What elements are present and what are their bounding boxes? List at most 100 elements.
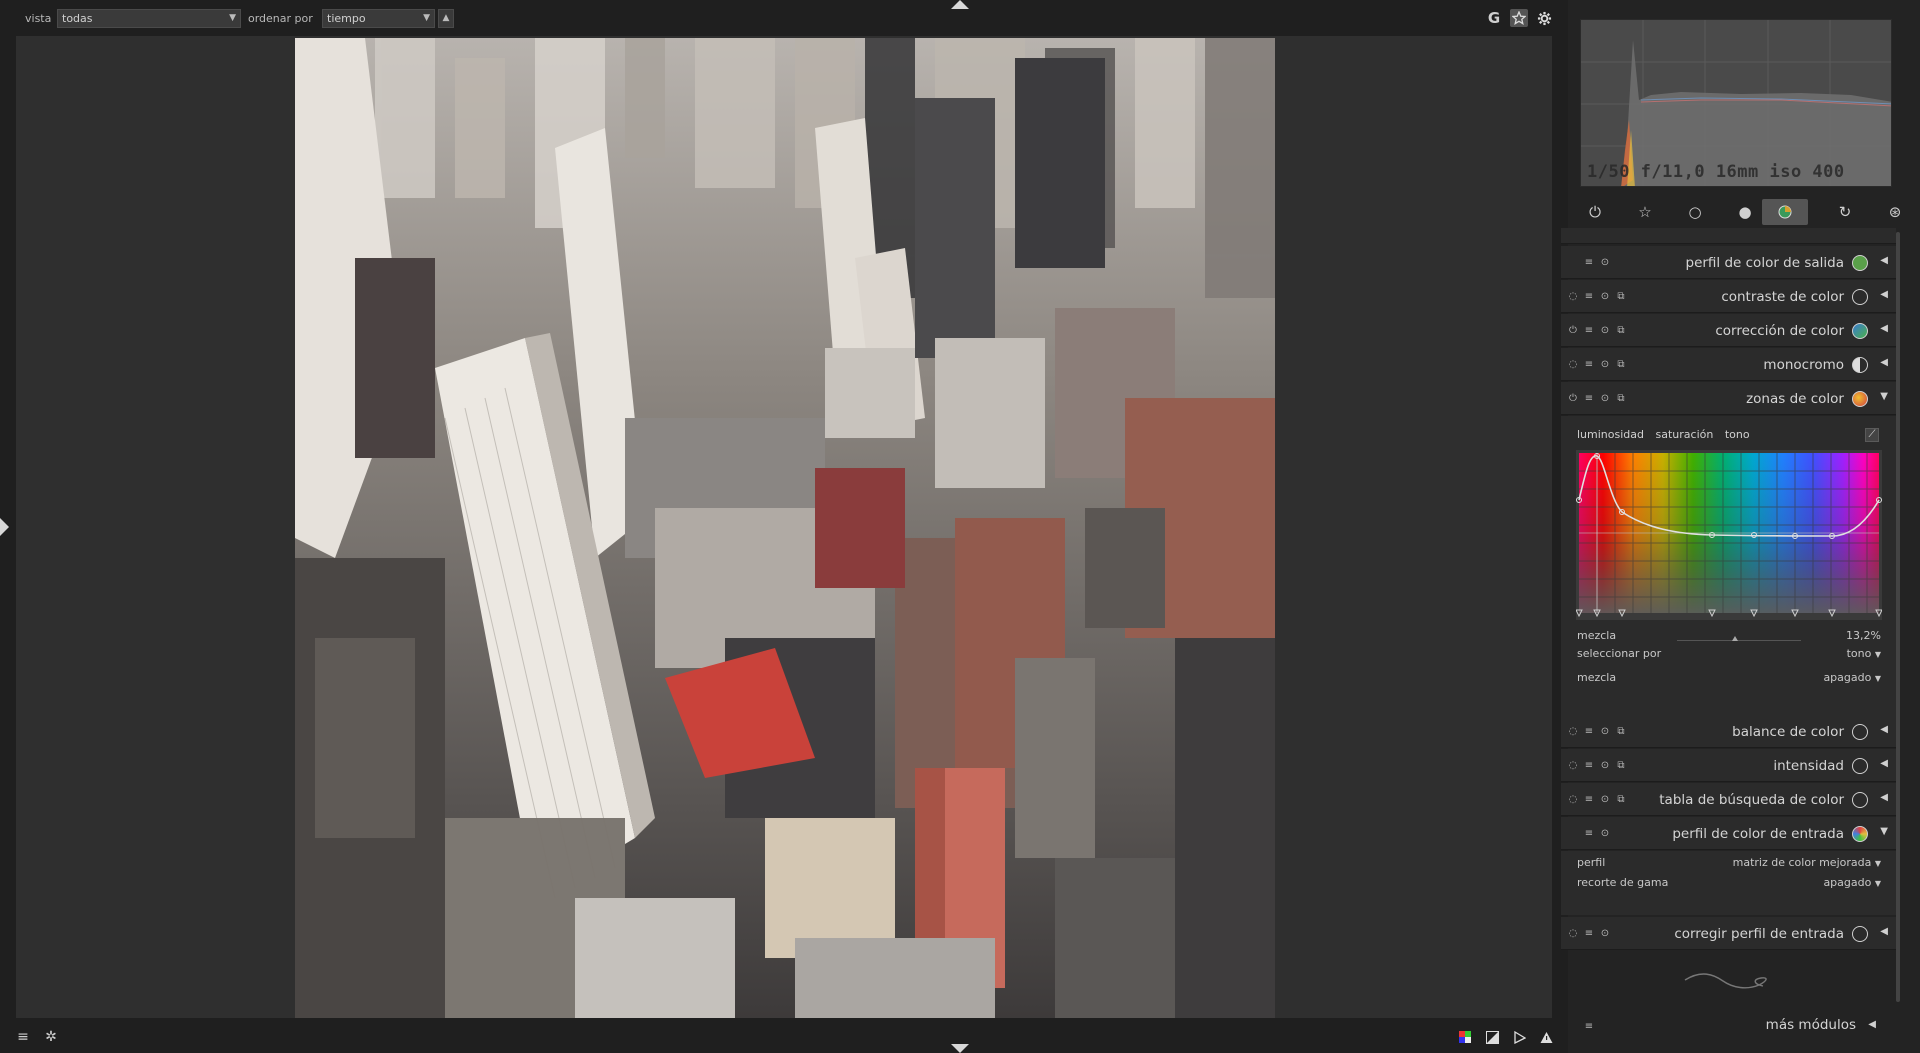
module-name: perfil de color de entrada <box>1672 826 1844 842</box>
histogram[interactable]: 1/50 f/11,0 16mm iso 400 <box>1580 19 1892 187</box>
presets-icon[interactable]: ≡ <box>1583 827 1595 840</box>
presets-icon[interactable]: ≡ <box>1583 290 1595 303</box>
multi-instance-icon[interactable]: ⧉ <box>1615 324 1627 337</box>
presets-icon[interactable]: ≡ <box>1583 725 1595 738</box>
blend-combobox[interactable]: mezcla apagado ▼ <box>1577 671 1881 687</box>
presets-icon[interactable]: ≡ <box>1583 1020 1595 1033</box>
module-input-color-profile[interactable]: ≡ ⊙ perfil de color de entrada ▼ <box>1561 817 1896 850</box>
menu-icon[interactable]: ≡ <box>14 1028 32 1046</box>
color-icon[interactable] <box>1762 199 1808 225</box>
tab-lightness[interactable]: luminosidad <box>1577 428 1644 441</box>
module-unbreak-input-profile[interactable]: ◌ ≡ ⊙ corregir perfil de entrada ◀ <box>1561 917 1896 950</box>
expand-left-icon[interactable]: ◀ <box>1880 758 1888 769</box>
color-zones-graph[interactable] <box>1575 450 1883 620</box>
color-picker-icon[interactable]: ⟋ <box>1865 428 1879 442</box>
reset-icon[interactable]: ⊙ <box>1599 392 1611 405</box>
multi-instance-icon[interactable]: ⧉ <box>1615 392 1627 405</box>
module-color-lookup-table[interactable]: ◌ ≡ ⊙ ⧉ tabla de búsqueda de color ◀ <box>1561 783 1896 816</box>
module-color-contrast[interactable]: ◌ ≡ ⊙ ⧉ contraste de color ◀ <box>1561 280 1896 313</box>
collapse-left-arrow-icon[interactable] <box>0 518 9 536</box>
power-icon[interactable]: ◌ <box>1567 358 1579 371</box>
expand-down-icon[interactable]: ▼ <box>1880 391 1888 402</box>
reset-icon[interactable]: ⊙ <box>1599 759 1611 772</box>
module-color-balance[interactable]: ◌ ≡ ⊙ ⧉ balance de color ◀ <box>1561 715 1896 748</box>
power-icon[interactable]: ◌ <box>1567 793 1579 806</box>
module-vibrance[interactable]: ◌ ≡ ⊙ ⧉ intensidad ◀ <box>1561 749 1896 782</box>
module-output-color-profile[interactable]: ≡ ⊙ perfil de color de salida ◀ <box>1561 246 1896 279</box>
grouping-icon[interactable]: G <box>1485 9 1503 27</box>
correct-icon[interactable]: ↻ <box>1822 199 1868 225</box>
panel-scrollbar[interactable] <box>1896 232 1900 1002</box>
presets-icon[interactable]: ≡ <box>1583 324 1595 337</box>
styles-icon[interactable]: ✲ <box>42 1028 60 1046</box>
expand-left-icon[interactable]: ◀ <box>1880 926 1888 937</box>
profile-combobox[interactable]: perfil matriz de color mejorada ▼ <box>1577 856 1881 872</box>
multi-instance-icon[interactable]: ⧉ <box>1615 358 1627 371</box>
power-icon[interactable]: ◌ <box>1567 725 1579 738</box>
color-assessment-icon[interactable] <box>1456 1028 1474 1046</box>
expand-down-icon[interactable]: ▼ <box>1880 826 1888 837</box>
sort-direction-button[interactable]: ▲ <box>438 9 454 28</box>
tab-saturation[interactable]: saturación <box>1656 428 1714 441</box>
module-color-correction[interactable]: ⏻ ≡ ⊙ ⧉ corrección de color ◀ <box>1561 314 1896 347</box>
reset-icon[interactable]: ⊙ <box>1599 324 1611 337</box>
collapse-bottom-arrow-icon[interactable] <box>951 1044 969 1053</box>
reset-icon[interactable]: ⊙ <box>1599 725 1611 738</box>
expand-left-icon[interactable]: ◀ <box>1880 255 1888 266</box>
more-modules-section[interactable]: ≡ más módulos ◀ <box>1561 1011 1896 1041</box>
reset-icon[interactable]: ⊙ <box>1599 927 1611 940</box>
expand-left-icon[interactable]: ◀ <box>1880 792 1888 803</box>
mix-slider-track[interactable] <box>1677 640 1801 641</box>
gamut-check-icon[interactable] <box>1537 1028 1555 1046</box>
gamut-clipping-combobox[interactable]: recorte de gama apagado ▼ <box>1577 876 1881 892</box>
mix-slider-handle[interactable] <box>1732 636 1739 641</box>
mix-slider[interactable]: mezcla 13,2% <box>1577 629 1881 645</box>
power-icon[interactable]: ◌ <box>1567 759 1579 772</box>
select-by-combobox[interactable]: seleccionar por tono ▼ <box>1577 647 1881 663</box>
expand-left-icon[interactable]: ◀ <box>1880 323 1888 334</box>
collapse-top-arrow-icon[interactable] <box>951 0 969 9</box>
reset-icon[interactable]: ⊙ <box>1599 256 1611 269</box>
overexposed-icon[interactable] <box>1483 1028 1501 1046</box>
view-select[interactable]: todas ▼ <box>57 9 241 28</box>
presets-icon[interactable]: ≡ <box>1583 793 1595 806</box>
multi-instance-icon[interactable]: ⧉ <box>1615 759 1627 772</box>
expand-left-icon[interactable]: ◀ <box>1880 357 1888 368</box>
presets-icon[interactable]: ≡ <box>1583 392 1595 405</box>
presets-icon[interactable]: ≡ <box>1583 927 1595 940</box>
module-icon <box>1852 826 1868 842</box>
power-icon[interactable]: ◌ <box>1567 290 1579 303</box>
presets-icon[interactable]: ≡ <box>1583 358 1595 371</box>
blend-label: mezcla <box>1577 671 1617 684</box>
power-icon[interactable]: ⏻ <box>1567 324 1579 337</box>
basic-icon[interactable]: ○ <box>1672 199 1718 225</box>
reset-icon[interactable]: ⊙ <box>1599 358 1611 371</box>
expand-left-icon[interactable]: ◀ <box>1868 1019 1876 1030</box>
star-icon[interactable] <box>1510 9 1528 27</box>
expand-left-icon[interactable]: ◀ <box>1880 289 1888 300</box>
softproof-icon[interactable] <box>1510 1028 1528 1046</box>
module-group-tabs: ⏻ ☆ ○ ● ↻ ⊛ <box>1568 196 1901 228</box>
tab-hue[interactable]: tono <box>1725 428 1750 441</box>
effect-icon[interactable]: ⊛ <box>1872 199 1918 225</box>
multi-instance-icon[interactable]: ⧉ <box>1615 725 1627 738</box>
module-name: corregir perfil de entrada <box>1674 926 1844 942</box>
sort-select[interactable]: tiempo ▼ <box>322 9 435 28</box>
favorite-icon[interactable]: ☆ <box>1622 199 1668 225</box>
module-color-zones[interactable]: ⏻ ≡ ⊙ ⧉ zonas de color ▼ <box>1561 382 1896 415</box>
presets-icon[interactable]: ≡ <box>1583 256 1595 269</box>
reset-icon[interactable]: ⊙ <box>1599 793 1611 806</box>
power-icon[interactable]: ◌ <box>1567 927 1579 940</box>
presets-icon[interactable]: ≡ <box>1583 759 1595 772</box>
expand-left-icon[interactable]: ◀ <box>1880 724 1888 735</box>
power-icon[interactable]: ⏻ <box>1567 392 1579 405</box>
profile-label: perfil <box>1577 856 1606 869</box>
gear-icon[interactable] <box>1535 9 1553 27</box>
power-icon[interactable]: ⏻ <box>1572 199 1618 225</box>
color-zones-tabs: luminosidad saturación tono <box>1577 428 1758 441</box>
module-monochrome[interactable]: ◌ ≡ ⊙ ⧉ monocromo ◀ <box>1561 348 1896 381</box>
multi-instance-icon[interactable]: ⧉ <box>1615 793 1627 806</box>
reset-icon[interactable]: ⊙ <box>1599 827 1611 840</box>
reset-icon[interactable]: ⊙ <box>1599 290 1611 303</box>
multi-instance-icon[interactable]: ⧉ <box>1615 290 1627 303</box>
